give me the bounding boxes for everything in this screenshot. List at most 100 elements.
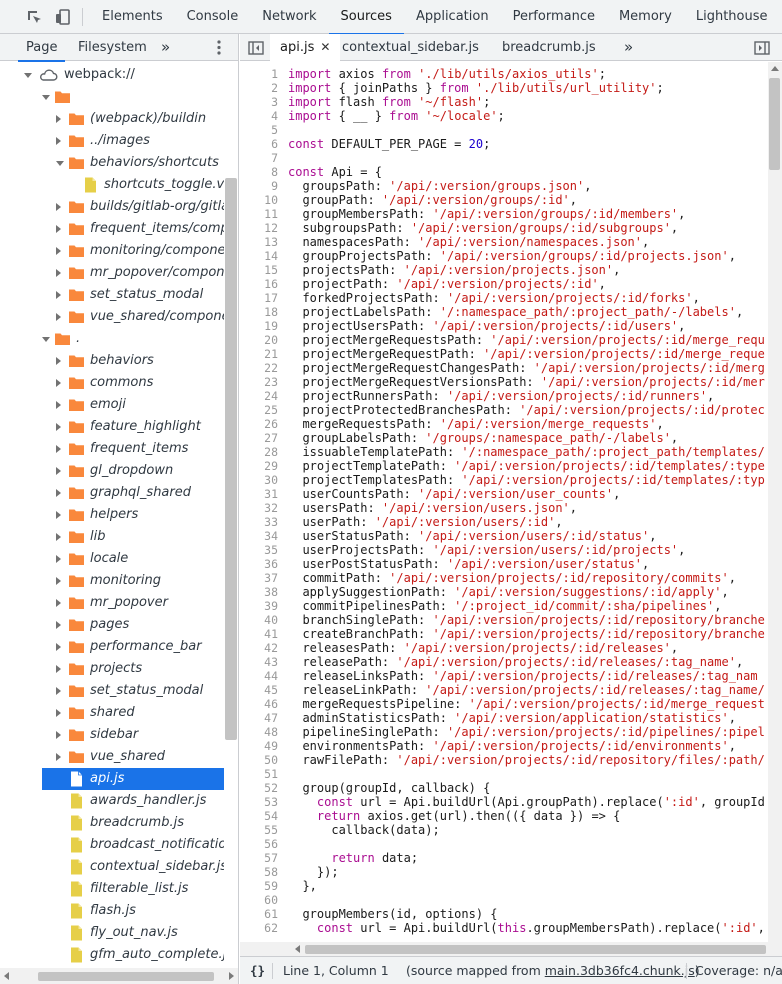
line-number[interactable]: 40 (240, 613, 278, 627)
line-number[interactable]: 11 (240, 207, 278, 221)
line-number[interactable]: 31 (240, 487, 278, 501)
tree-folder-pages[interactable]: pages (0, 614, 224, 636)
tree-file-contextual-sidebar-js[interactable]: contextual_sidebar.js (0, 856, 224, 878)
expand-arrow-down-icon[interactable] (42, 337, 50, 342)
panel-tab-sources[interactable]: Sources (328, 0, 405, 35)
more-files-icon[interactable]: » (614, 34, 643, 61)
expand-arrow-right-icon[interactable] (56, 643, 61, 651)
file-tab-breadcrumb-js[interactable]: breadcrumb.js (492, 34, 606, 61)
tree-folder-builds-gitlab-org-gitlab[interactable]: builds/gitlab-org/gitlab (0, 196, 224, 218)
tree-file-awards-handler-js[interactable]: awards_handler.js (0, 790, 224, 812)
line-number[interactable]: 20 (240, 333, 278, 347)
tree-folder-vue-shared[interactable]: vue_shared (0, 746, 224, 768)
line-number[interactable]: 30 (240, 473, 278, 487)
line-number[interactable]: 10 (240, 193, 278, 207)
expand-arrow-right-icon[interactable] (56, 665, 61, 673)
line-number[interactable]: 12 (240, 221, 278, 235)
panel-tab-application[interactable]: Application (404, 0, 501, 34)
expand-arrow-right-icon[interactable] (56, 709, 61, 717)
expand-arrow-right-icon[interactable] (56, 423, 61, 431)
line-number[interactable]: 58 (240, 865, 278, 879)
tree-file-shortcuts-toggle-vue[interactable]: shortcuts_toggle.vue (0, 174, 224, 196)
expand-arrow-right-icon[interactable] (56, 731, 61, 739)
line-number[interactable]: 52 (240, 781, 278, 795)
tree-folder-webpack[interactable]: webpack:// (0, 64, 224, 86)
toggle-debugger-icon[interactable] (750, 34, 774, 61)
navigator-vertical-scrollbar[interactable] (225, 178, 237, 740)
tree-folder-sidebar[interactable]: sidebar (0, 724, 224, 746)
tree-folder-performance-bar[interactable]: performance_bar (0, 636, 224, 658)
line-number[interactable]: 27 (240, 431, 278, 445)
line-number[interactable]: 51 (240, 767, 278, 781)
expand-arrow-right-icon[interactable] (56, 555, 61, 563)
line-number[interactable]: 55 (240, 823, 278, 837)
tree-folder-mr-popover[interactable]: mr_popover (0, 592, 224, 614)
tree-folder-project[interactable]: . (0, 328, 224, 350)
expand-arrow-right-icon[interactable] (56, 599, 61, 607)
code-area[interactable]: 1 import axios from './lib/utils/axios_ut… (240, 62, 768, 956)
expand-arrow-right-icon[interactable] (56, 577, 61, 585)
file-tab-contextual-sidebar-js[interactable]: contextual_sidebar.js (332, 34, 489, 61)
code-scroll-left-icon[interactable] (295, 945, 300, 953)
line-number[interactable]: 17 (240, 291, 278, 305)
line-number[interactable]: 8 (240, 165, 278, 179)
line-number[interactable]: 13 (240, 235, 278, 249)
panel-tab-performance[interactable]: Performance (501, 0, 607, 34)
expand-arrow-right-icon[interactable] (56, 247, 61, 255)
expand-arrow-right-icon[interactable] (56, 115, 61, 123)
expand-arrow-right-icon[interactable] (56, 313, 61, 321)
tree-folder-frequent-items-compo[interactable]: frequent_items/compo (0, 218, 224, 240)
line-number[interactable]: 42 (240, 641, 278, 655)
line-number[interactable]: 5 (240, 123, 278, 137)
inspect-element-icon[interactable] (24, 7, 44, 27)
line-number[interactable]: 15 (240, 263, 278, 277)
expand-arrow-right-icon[interactable] (56, 137, 61, 145)
line-number[interactable]: 18 (240, 305, 278, 319)
scroll-up-icon[interactable] (771, 66, 779, 71)
tree-folder-emoji[interactable]: emoji (0, 394, 224, 416)
line-number[interactable]: 4 (240, 109, 278, 123)
tree-folder-feature-highlight[interactable]: feature_highlight (0, 416, 224, 438)
more-tabs-icon[interactable]: » (161, 34, 170, 61)
line-number[interactable]: 9 (240, 179, 278, 193)
expand-arrow-right-icon[interactable] (56, 467, 61, 475)
toggle-navigator-icon[interactable] (244, 34, 268, 61)
line-number[interactable]: 44 (240, 669, 278, 683)
panel-tab-memory[interactable]: Memory (607, 0, 684, 34)
tree-file-filterable-list-js[interactable]: filterable_list.js (0, 878, 224, 900)
expand-arrow-right-icon[interactable] (56, 489, 61, 497)
tree-folder-set-status-modal[interactable]: set_status_modal (0, 284, 224, 306)
line-number[interactable]: 25 (240, 403, 278, 417)
source-map-link[interactable]: main.3db36fc4.chunk.js (545, 963, 695, 978)
tree-folder-helpers[interactable]: helpers (0, 504, 224, 526)
line-number[interactable]: 1 (240, 67, 278, 81)
expand-arrow-right-icon[interactable] (56, 401, 61, 409)
scroll-left-icon[interactable] (4, 972, 9, 980)
line-number[interactable]: 14 (240, 249, 278, 263)
tree-folder-mr-popover-componen[interactable]: mr_popover/componen (0, 262, 224, 284)
expand-arrow-down-icon[interactable] (42, 95, 50, 100)
tree-folder-lib[interactable]: lib (0, 526, 224, 548)
tree-folder-monitoring-component[interactable]: monitoring/component (0, 240, 224, 262)
tree-folder-vue-shared-component[interactable]: vue_shared/component (0, 306, 224, 328)
line-number[interactable]: 60 (240, 893, 278, 907)
tree-file-broadcast-notification[interactable]: broadcast_notification. (0, 834, 224, 856)
line-number[interactable]: 36 (240, 557, 278, 571)
tree-folder-behaviors-shortcuts[interactable]: behaviors/shortcuts (0, 152, 224, 174)
tree-folder-gl-dropdown[interactable]: gl_dropdown (0, 460, 224, 482)
expand-arrow-right-icon[interactable] (56, 511, 61, 519)
line-number[interactable]: 57 (240, 851, 278, 865)
expand-arrow-right-icon[interactable] (56, 379, 61, 387)
tree-folder-projects[interactable]: projects (0, 658, 224, 680)
line-number[interactable]: 46 (240, 697, 278, 711)
line-number[interactable]: 54 (240, 809, 278, 823)
line-number[interactable]: 62 (240, 921, 278, 935)
line-number[interactable]: 47 (240, 711, 278, 725)
line-number[interactable]: 19 (240, 319, 278, 333)
expand-arrow-right-icon[interactable] (56, 533, 61, 541)
panel-tab-console[interactable]: Console (175, 0, 251, 34)
line-number[interactable]: 37 (240, 571, 278, 585)
line-number[interactable]: 33 (240, 515, 278, 529)
line-number[interactable]: 23 (240, 375, 278, 389)
expand-arrow-down-icon[interactable] (56, 161, 64, 166)
